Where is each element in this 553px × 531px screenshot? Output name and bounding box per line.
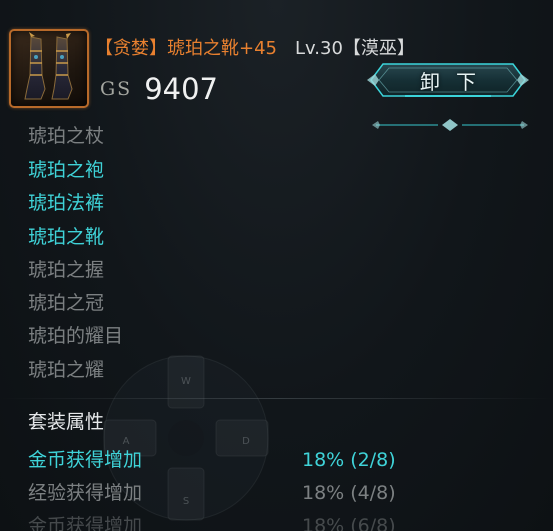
dpad-up-label: W: [181, 376, 191, 387]
set-attribute-row: 金币获得增加 18% (2/8): [28, 446, 528, 474]
attribute-value: 18% (4/8): [302, 482, 396, 504]
attribute-name: 金币获得增加: [28, 515, 143, 531]
set-item: 琥珀之靴: [28, 226, 105, 248]
set-item: 琥珀之杖: [28, 125, 105, 147]
item-tooltip-panel: 【贪婪】琥珀之靴+45 Lv.30【漠巫】 GS 9407 卸下 W A D S…: [0, 0, 553, 531]
set-attributes-title: 套装属性: [28, 411, 105, 433]
attribute-value: 18% (2/8): [302, 449, 396, 471]
gear-score-value: 9407: [144, 72, 219, 106]
set-item: 琥珀之冠: [28, 292, 105, 314]
boots-icon: [24, 32, 73, 100]
item-title-line: 【贪婪】琥珀之靴+45 Lv.30【漠巫】: [95, 35, 415, 59]
unequip-button[interactable]: 卸下: [365, 58, 531, 102]
attribute-name: 金币获得增加: [28, 449, 143, 471]
item-name: 【贪婪】琥珀之靴+45: [95, 38, 277, 59]
set-item: 琥珀之袍: [28, 159, 105, 181]
item-level: Lv.30【漠巫】: [295, 38, 415, 59]
set-item: 琥珀之握: [28, 259, 105, 281]
gear-score-label: GS: [100, 78, 133, 100]
set-item: 琥珀之耀: [28, 359, 105, 381]
gear-score: GS 9407: [100, 72, 218, 106]
ornament-divider-icon: [372, 119, 528, 131]
set-item: 琥珀的耀目: [28, 325, 124, 347]
set-attribute-row: 经验获得增加 18% (4/8): [28, 479, 528, 507]
set-item: 琥珀法裤: [28, 192, 105, 214]
set-attribute-row: 金币获得增加 18% (6/8): [28, 512, 528, 531]
attribute-name: 经验获得增加: [28, 482, 143, 504]
unequip-label: 卸下: [420, 69, 492, 94]
section-divider: [0, 398, 553, 399]
amber-boots-icon[interactable]: [9, 29, 89, 108]
attribute-value: 18% (6/8): [302, 515, 396, 531]
